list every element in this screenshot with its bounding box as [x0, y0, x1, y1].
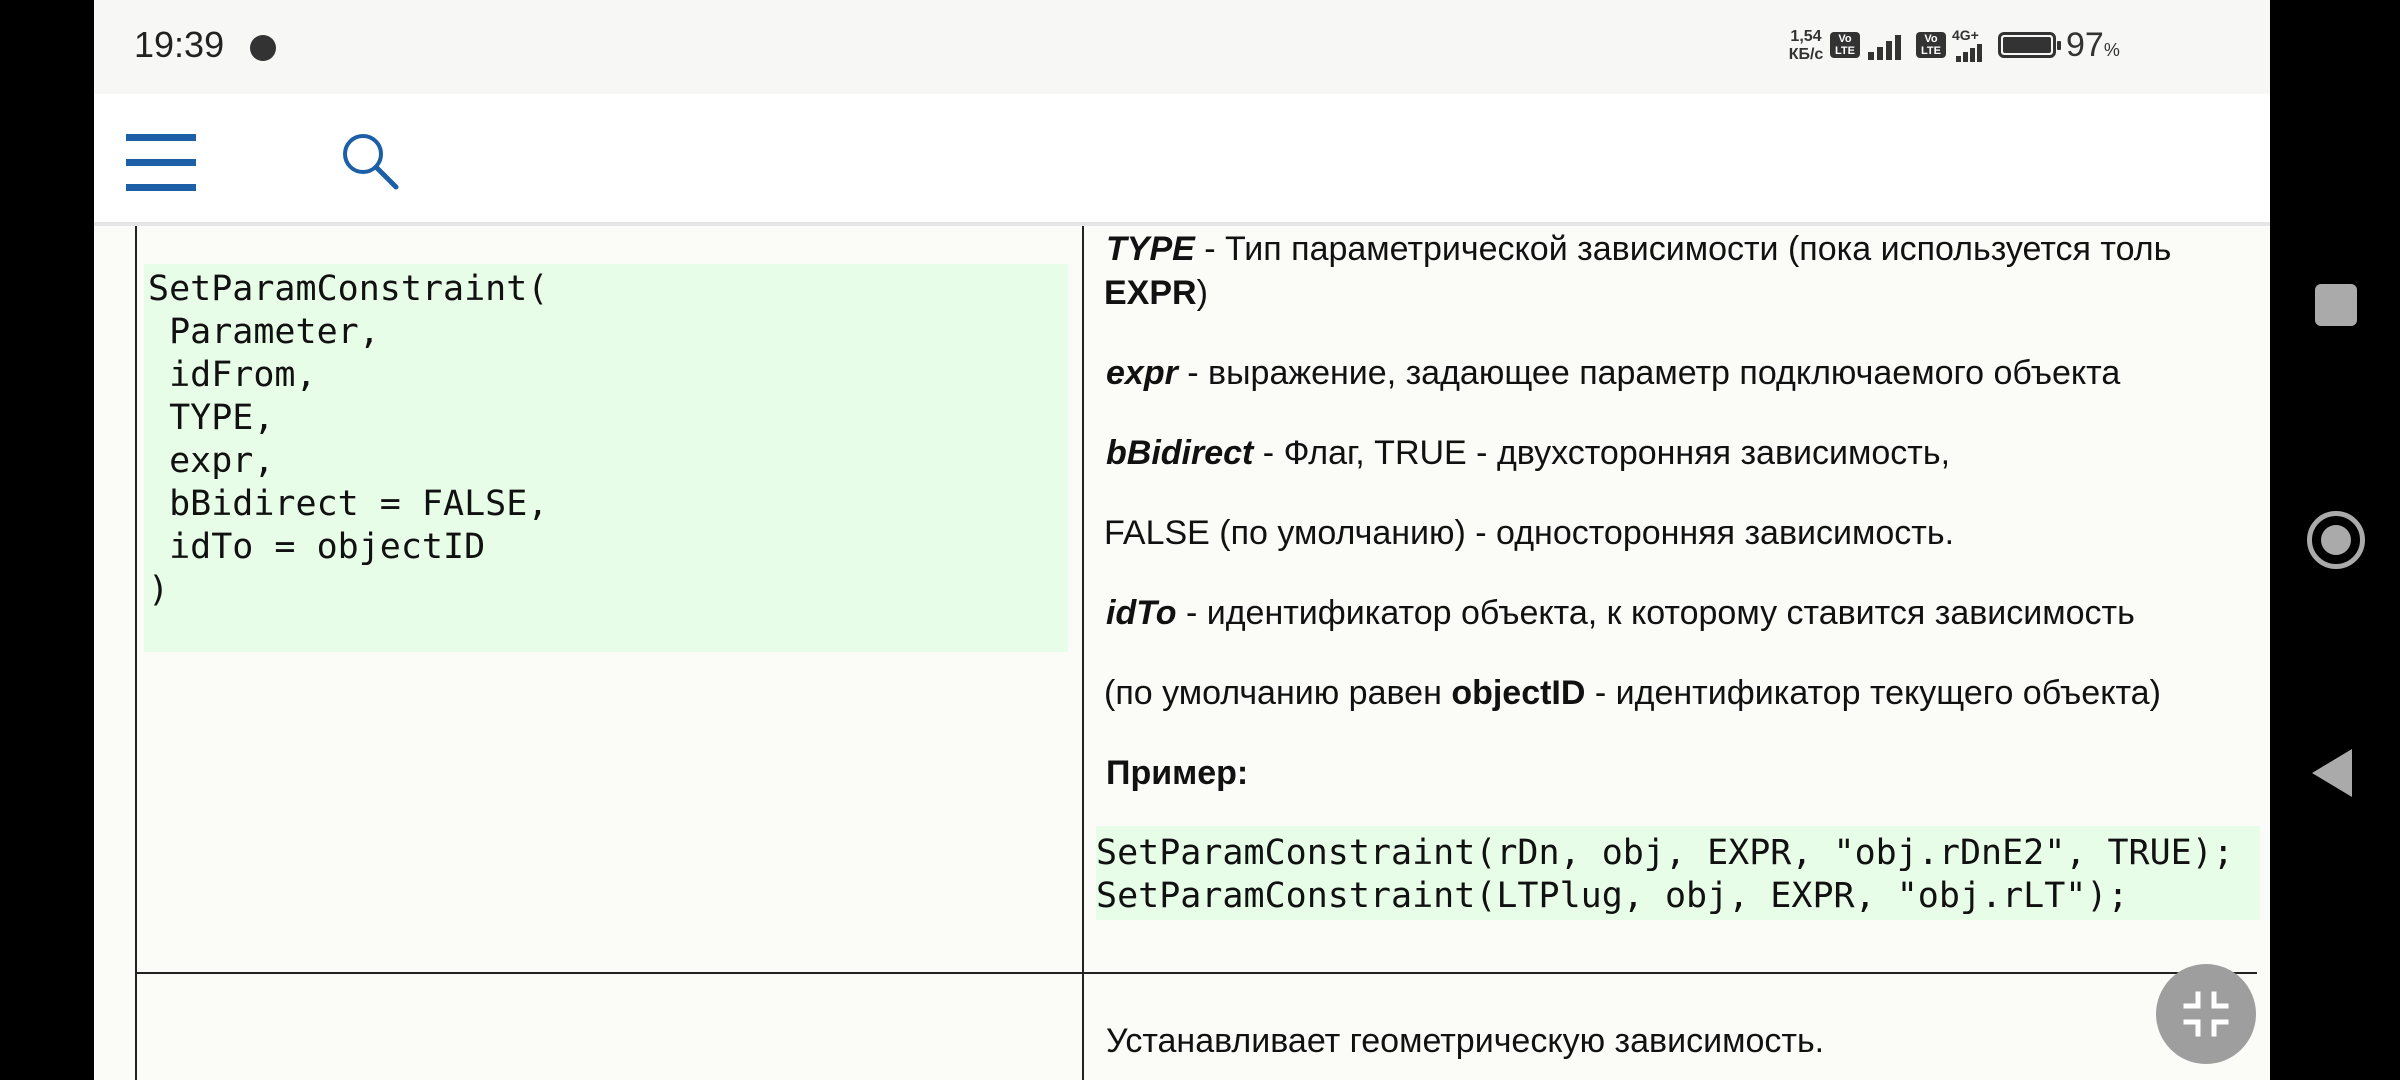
- search-icon[interactable]: [339, 130, 403, 194]
- signal-strength-icon: [1868, 30, 1908, 60]
- home-circle-icon[interactable]: [2307, 511, 2365, 569]
- net-speed: 1,54 КБ/с: [1784, 28, 1828, 64]
- volte-icon-2: Vo LTE: [1916, 32, 1946, 58]
- net-speed-value: 1,54: [1790, 28, 1822, 45]
- recents-square-icon[interactable]: [2315, 284, 2357, 326]
- table-column-divider: [1082, 226, 1084, 1080]
- app-bar: [94, 94, 2270, 226]
- system-nav-bar: [2270, 0, 2400, 1080]
- syntax-code-block: SetParamConstraint( Parameter, idFrom, T…: [144, 264, 1068, 652]
- signal-strength-icon-2: [1956, 42, 1986, 62]
- document-table: SetParamConstraint( Parameter, idFrom, T…: [94, 226, 2270, 1080]
- status-time: 19:39: [134, 24, 225, 65]
- volte-icon: Vo LTE: [1830, 32, 1860, 58]
- param-idto-desc: idTo - идентификатор объекта, к которому…: [1106, 594, 2135, 632]
- example-code-block: SetParamConstraint(rDn, obj, EXPR, "obj.…: [1096, 826, 2260, 920]
- param-idto-default: (по умолчанию равен objectID - идентифик…: [1104, 674, 2161, 712]
- battery-percent: 97%: [2066, 26, 2120, 64]
- next-row-desc: Устанавливает геометрическую зависимость…: [1106, 1022, 1825, 1060]
- example-label: Пример:: [1106, 754, 1249, 792]
- param-type-value: EXPR): [1104, 274, 1208, 312]
- table-border-left: [135, 226, 137, 1080]
- param-expr-desc: expr - выражение, задающее параметр подк…: [1106, 354, 2121, 392]
- param-false-desc: FALSE (по умолчанию) - односторонняя зав…: [1104, 514, 1955, 552]
- hamburger-menu-icon[interactable]: [126, 134, 196, 192]
- param-type-desc: TYPE - Тип параметрической зависимости (…: [1106, 230, 2172, 268]
- status-bar: 19:39 1,54 КБ/с Vo LTE Vo LTE 97% 4G+: [94, 0, 2270, 94]
- back-triangle-icon[interactable]: [2312, 749, 2352, 797]
- battery-icon: [1998, 32, 2061, 58]
- app-screen: 19:39 1,54 КБ/с Vo LTE Vo LTE 97% 4G+ Se…: [94, 0, 2270, 1080]
- notification-dot-icon: [250, 35, 276, 61]
- table-row-divider: [135, 972, 2257, 974]
- net-speed-unit: КБ/с: [1788, 46, 1824, 63]
- param-bbidirect-desc: bBidirect - Флаг, TRUE - двухсторонняя з…: [1106, 434, 1951, 472]
- network-type-label: 4G+: [1952, 27, 1979, 43]
- collapse-fullscreen-icon[interactable]: [2156, 964, 2256, 1064]
